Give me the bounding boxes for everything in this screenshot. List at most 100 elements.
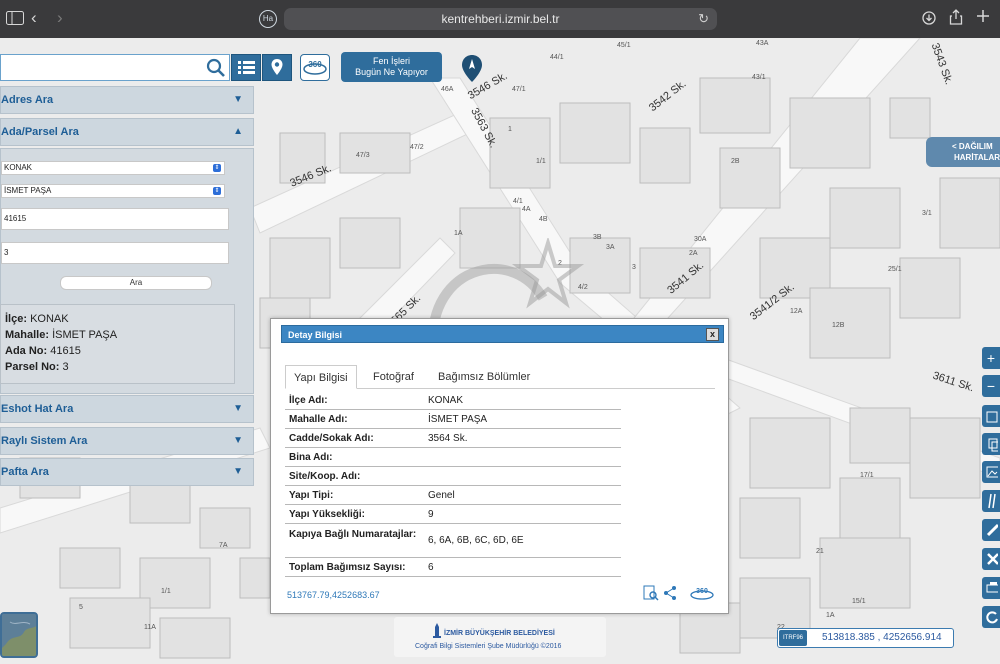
ada-no-input[interactable]: 41615 (1, 208, 229, 230)
ara-button[interactable]: Ara (60, 276, 212, 290)
pencil-icon[interactable] (982, 519, 1000, 541)
chevron-up-icon: ▲ (233, 126, 243, 137)
result-mahalle: Mahalle: İSMET PAŞA (5, 329, 118, 341)
share-icon[interactable] (949, 9, 963, 30)
copy-icon[interactable] (982, 433, 1000, 455)
accordion-label: Pafta Ara (1, 466, 49, 478)
accordion-label: Adres Ara (1, 94, 54, 106)
chevron-down-icon: ▼ (233, 94, 243, 105)
parcel-label: 5 (79, 604, 83, 611)
map-marker-icon[interactable] (460, 54, 484, 89)
tower-icon (433, 623, 441, 638)
zoom-out-button[interactable]: − (982, 375, 1000, 397)
parcel-label: 47/3 (356, 152, 370, 159)
result-parsel: Parsel No: 3 (5, 361, 69, 373)
chevron-down-icon: ▼ (233, 435, 243, 446)
tab-yapi-bilgisi[interactable]: Yapı Bilgisi (285, 365, 357, 389)
parcel-label: 1/1 (536, 158, 546, 165)
basemap-thumbnail[interactable] (0, 612, 38, 658)
logo-line1: İZMİR BÜYÜKŞEHİR BELEDİYESİ (444, 630, 555, 637)
mahalle-select[interactable]: İSMET PAŞA ⇕ (1, 184, 225, 198)
parcel-label: 4/2 (578, 284, 588, 291)
parsel-no-input[interactable]: 3 (1, 242, 229, 264)
mahalle-select-value: İSMET PAŞA (4, 186, 52, 195)
share-icon[interactable] (663, 585, 677, 606)
search-input[interactable] (0, 54, 230, 81)
accordion-eshot-hat-ara[interactable]: Eshot Hat Ara ▼ (0, 395, 254, 423)
search-icon[interactable] (205, 57, 227, 79)
detail-dialog: Detay Bilgisi x Yapı Bilgisi Fotoğraf Ba… (270, 318, 729, 614)
parcel-label: 2A (689, 250, 698, 257)
location-button[interactable] (262, 54, 292, 81)
view-360-icon: 360 (303, 60, 327, 75)
table-row: Cadde/Sokak Adı: 3564 Sk. (285, 429, 621, 448)
parcel-label: 4/1 (513, 198, 523, 205)
table-row: Yapı Yüksekliği: 9 (285, 505, 621, 524)
dagilim-haritalari-button[interactable]: < DAĞILIM HARİTALAR (926, 137, 1000, 167)
url-text: kentrehberi.izmir.bel.tr (441, 12, 560, 26)
url-bar[interactable]: kentrehberi.izmir.bel.tr ↻ (284, 8, 717, 30)
sidebar-icon[interactable] (6, 10, 24, 30)
view-360-icon[interactable]: 360 (689, 585, 715, 606)
coordinate-readout: ITRF96 513818.385 , 4252656.914 (777, 628, 954, 648)
list-menu-button[interactable] (231, 54, 261, 81)
parcel-label: 3A (606, 244, 615, 251)
accordion-pafta-ara[interactable]: Pafta Ara ▼ (0, 458, 254, 486)
add-tab-icon[interactable] (976, 8, 990, 29)
view-360-button[interactable]: 360 (300, 54, 330, 81)
table-row: Mahalle Adı: İSMET PAŞA (285, 410, 621, 429)
forward-button[interactable]: › (57, 8, 63, 28)
parcel-label: 17/1 (860, 472, 874, 479)
dialog-tabs: Yapı Bilgisi Fotoğraf Bağımsız Bölümler (285, 363, 715, 389)
parcel-label: 15/1 (852, 598, 866, 605)
accordion-adres-ara[interactable]: Adres Ara ▼ (0, 86, 254, 114)
accordion-label: Ada/Parsel Ara (1, 126, 79, 138)
parcel-label: 4A (522, 206, 531, 213)
parcel-label: 43/1 (752, 74, 766, 81)
table-row: İlçe Adı: KONAK (285, 391, 621, 410)
tab-fotograf[interactable]: Fotoğraf (365, 365, 422, 389)
ilce-select-value: KONAK (4, 163, 33, 172)
select-arrows-icon: ⇕ (213, 164, 221, 172)
search-result-box: İlçe: KONAK Mahalle: İSMET PAŞA Ada No: … (0, 304, 235, 384)
table-row: Bina Adı: (285, 448, 621, 467)
parcel-label: 1A (826, 612, 835, 619)
coord-value: 513818.385 , 4252656.914 (822, 632, 942, 643)
reload-icon[interactable]: ↻ (698, 8, 709, 30)
parcel-label: 1A (454, 230, 463, 237)
download-icon[interactable] (922, 10, 936, 30)
dialog-coordinates[interactable]: 513767.79,4252683.67 (287, 590, 380, 600)
parcel-label: 45/1 (617, 42, 631, 49)
ilce-select[interactable]: KONAK ⇕ (1, 161, 225, 175)
refresh-icon[interactable] (982, 606, 1000, 628)
parcel-label: 11A (144, 624, 156, 631)
dialog-header: Detay Bilgisi x (281, 325, 724, 343)
parcel-label: 21 (816, 548, 824, 555)
accordion-label: Raylı Sistem Ara (1, 435, 88, 447)
haritalar-label: HARİTALAR (954, 153, 1000, 162)
close-icon[interactable] (982, 548, 1000, 570)
back-button[interactable]: ‹ (31, 8, 37, 28)
tab-bagimsiz-bolumler[interactable]: Bağımsız Bölümler (430, 365, 538, 389)
accordion-rayli-sistem-ara[interactable]: Raylı Sistem Ara ▼ (0, 427, 254, 455)
zoom-doc-icon[interactable] (643, 585, 659, 606)
zoom-in-button[interactable]: + (982, 347, 1000, 369)
parcel-label: 25/1 (888, 266, 902, 273)
list-icon (238, 61, 255, 74)
parcel-label: 30A (694, 236, 707, 243)
parcel-label: 4B (539, 216, 548, 223)
print-icon[interactable] (982, 577, 1000, 599)
parcel-label: 12A (790, 308, 803, 315)
parcel-label: 46A (441, 86, 454, 93)
fen-isleri-button[interactable]: Fen İşleri Bugün Ne Yapıyor (341, 52, 442, 82)
tab-icon: Ha (259, 10, 277, 28)
layers-icon[interactable] (982, 405, 1000, 427)
close-icon[interactable]: x (706, 328, 719, 341)
location-pin-icon (271, 59, 283, 75)
chevron-down-icon: ▼ (233, 403, 243, 414)
parcel-label: 47/1 (512, 86, 526, 93)
image-icon[interactable] (982, 461, 1000, 483)
accordion-ada-parsel-ara[interactable]: Ada/Parsel Ara ▲ (0, 118, 254, 146)
ruler-icon[interactable] (982, 490, 1000, 512)
parcel-label: 7A (219, 542, 228, 549)
